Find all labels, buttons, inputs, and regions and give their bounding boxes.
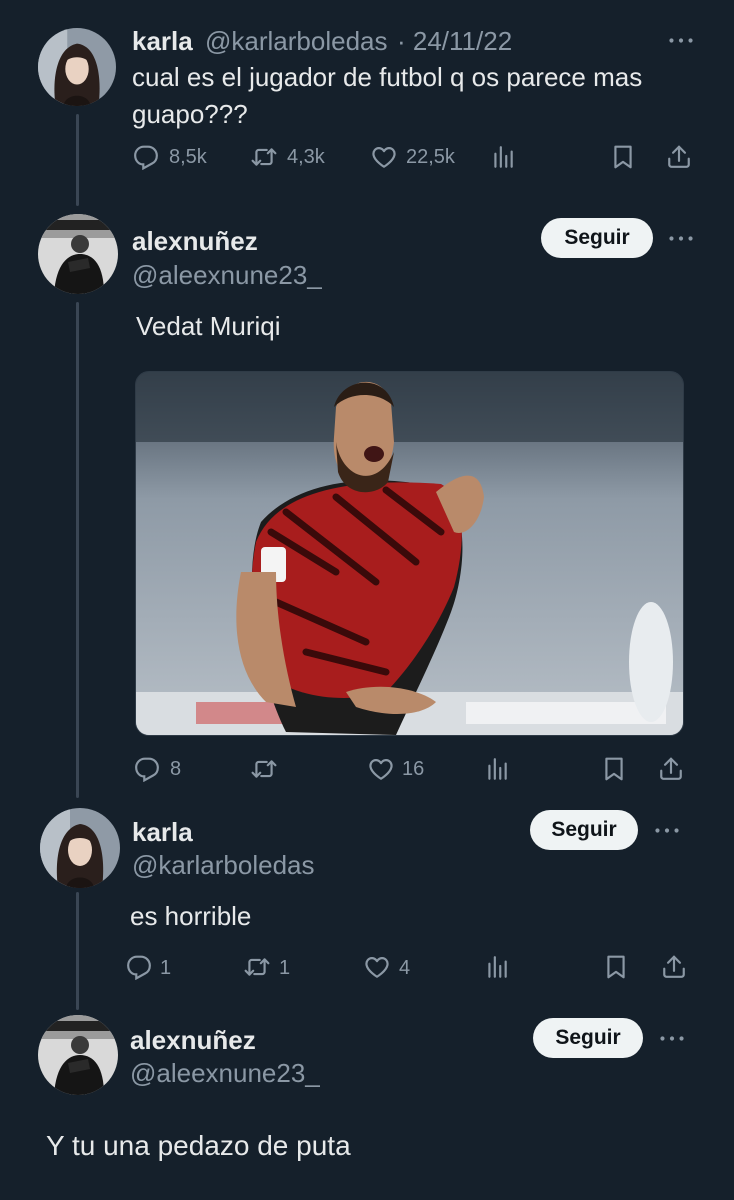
author-name[interactable]: karla <box>132 817 193 848</box>
analytics-icon[interactable] <box>484 954 510 980</box>
analytics-icon[interactable] <box>484 756 510 782</box>
follow-button[interactable]: Seguir <box>530 810 638 850</box>
share-icon[interactable] <box>661 953 687 980</box>
retweet-count: 1 <box>279 957 291 979</box>
analytics-icon[interactable] <box>490 144 516 170</box>
follow-button[interactable]: Seguir <box>541 218 653 258</box>
reply-count: 8 <box>170 758 182 780</box>
reply-icon[interactable] <box>126 954 152 980</box>
thread-line <box>76 114 79 206</box>
like-icon[interactable] <box>370 144 398 170</box>
tweet-text: es horrible <box>130 901 252 931</box>
author-name[interactable]: karla <box>132 26 193 57</box>
author-handle[interactable]: @karlarboledas <box>205 26 387 57</box>
like-count: 4 <box>399 957 411 979</box>
bookmark-icon[interactable] <box>610 144 636 170</box>
retweet-icon[interactable] <box>243 954 271 980</box>
thread-line <box>76 302 79 798</box>
retweet-count: 4,3k <box>287 146 325 168</box>
thread-line <box>76 892 79 1010</box>
avatar[interactable] <box>38 214 118 294</box>
reply-icon[interactable] <box>133 144 159 170</box>
follow-button[interactable]: Seguir <box>533 1018 643 1058</box>
reply-count: 1 <box>160 957 172 979</box>
share-icon[interactable] <box>666 143 692 170</box>
tweet-text: cual es el jugador de futbol q os parece… <box>132 62 643 92</box>
more-icon[interactable] <box>666 30 696 50</box>
tweet-text: Y tu una pedazo de puta <box>46 1130 351 1161</box>
reply-count: 8,5k <box>169 146 207 168</box>
author-name[interactable]: alexnuñez <box>130 1025 256 1056</box>
like-icon[interactable] <box>363 954 391 980</box>
avatar[interactable] <box>38 1015 118 1095</box>
reply-icon[interactable] <box>134 756 160 782</box>
retweet-icon[interactable] <box>250 756 278 782</box>
bookmark-icon[interactable] <box>603 954 629 980</box>
tweet-text: guapo??? <box>132 99 248 129</box>
author-handle[interactable]: @aleexnune23_ <box>130 1058 320 1089</box>
more-icon[interactable] <box>666 228 696 248</box>
tweet-text: Vedat Muriqi <box>136 311 281 341</box>
author-name[interactable]: alexnuñez <box>132 226 258 257</box>
avatar[interactable] <box>38 28 116 106</box>
avatar[interactable] <box>40 808 120 888</box>
bookmark-icon[interactable] <box>601 756 627 782</box>
more-icon[interactable] <box>652 820 682 840</box>
like-icon[interactable] <box>367 756 395 782</box>
like-count: 22,5k <box>406 146 455 168</box>
tweet-date[interactable]: · 24/11/22 <box>397 26 512 57</box>
retweet-icon[interactable] <box>250 144 278 170</box>
more-icon[interactable] <box>657 1028 687 1048</box>
like-count: 16 <box>402 758 425 780</box>
tweet-photo[interactable] <box>135 371 684 736</box>
author-handle[interactable]: @aleexnune23_ <box>132 260 322 291</box>
share-icon[interactable] <box>658 755 684 782</box>
author-handle[interactable]: @karlarboledas <box>132 850 314 881</box>
